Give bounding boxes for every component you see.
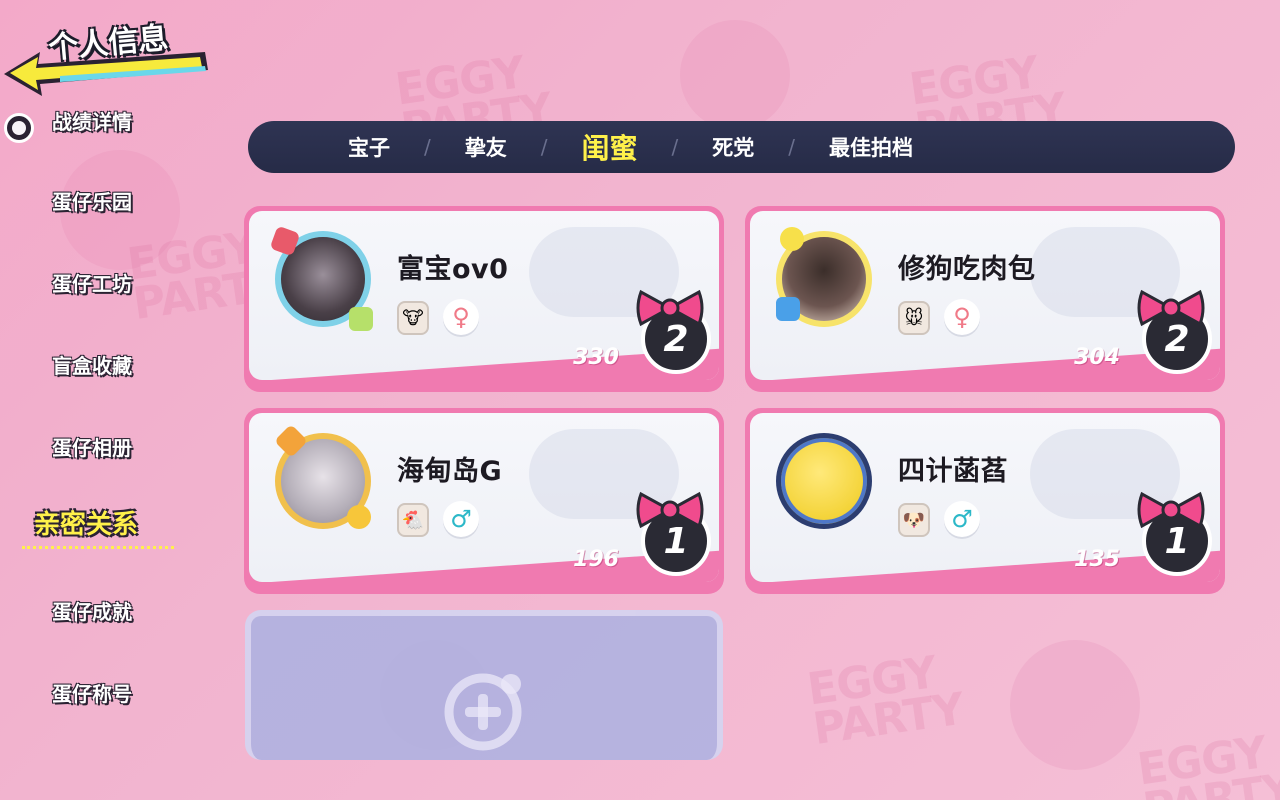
add-friend-slot[interactable] bbox=[245, 610, 723, 760]
avatar-frame-decor bbox=[776, 297, 800, 321]
friend-card[interactable]: 修狗吃肉包 🐭 ♀ 304 2 bbox=[745, 206, 1225, 392]
female-gender-icon: ♀ bbox=[443, 299, 479, 335]
tab-separator: / bbox=[671, 135, 679, 159]
friend-card[interactable]: 海甸岛G 🐔 ♂ 196 1 bbox=[244, 408, 724, 594]
pet-icon: 🐭 bbox=[898, 301, 930, 335]
sidebar-item-blind-box[interactable]: 盲盒收藏 bbox=[52, 350, 132, 379]
friend-card[interactable]: 富宝ov0 🐮 ♀ 330 2 bbox=[244, 206, 724, 392]
male-gender-icon: ♂ bbox=[944, 501, 980, 537]
friend-card[interactable]: 四计菡萏 🐶 ♂ 135 1 bbox=[745, 408, 1225, 594]
relationship-tab-bar: 宝子 / 挚友 / 闺蜜 / 死党 / 最佳拍档 bbox=[248, 121, 1235, 173]
avatar-frame-decor bbox=[780, 227, 804, 251]
friend-name: 四计菡萏 bbox=[898, 456, 1008, 487]
tab-separator: / bbox=[424, 135, 431, 159]
avatar-frame-decor bbox=[349, 307, 373, 331]
sidebar-item-eggy-workshop[interactable]: 蛋仔工坊 bbox=[52, 268, 132, 297]
friend-card-body: 富宝ov0 🐮 ♀ 330 2 bbox=[249, 211, 719, 380]
friend-card-body: 海甸岛G 🐔 ♂ 196 1 bbox=[249, 413, 719, 582]
avatar-frame-decor bbox=[347, 505, 371, 529]
sidebar-item-battle-record[interactable]: 战绩详情 bbox=[52, 106, 132, 135]
bow-icon bbox=[636, 491, 704, 529]
sidebar-item-album[interactable]: 蛋仔相册 bbox=[52, 432, 132, 461]
pet-icon: 🐔 bbox=[397, 503, 429, 537]
add-friend-icon[interactable] bbox=[441, 670, 525, 754]
sidebar-item-relationships[interactable]: 亲密关系 bbox=[34, 504, 138, 541]
friend-avatar[interactable] bbox=[776, 433, 872, 529]
bow-icon bbox=[1137, 491, 1205, 529]
bow-icon bbox=[636, 289, 704, 327]
friend-name: 海甸岛G bbox=[397, 456, 503, 487]
friend-card-body: 四计菡萏 🐶 ♂ 135 1 bbox=[750, 413, 1220, 582]
tab-baozi[interactable]: 宝子 bbox=[348, 132, 390, 162]
intimacy-score: 304 bbox=[1074, 345, 1120, 370]
tab-close-friend[interactable]: 挚友 bbox=[465, 132, 507, 162]
female-gender-icon: ♀ bbox=[944, 299, 980, 335]
tab-bestie[interactable]: 闺蜜 bbox=[582, 127, 638, 167]
sidebar-nav: 战绩详情 蛋仔乐园 蛋仔工坊 盲盒收藏 蛋仔相册 亲密关系 蛋仔成就 蛋仔称号 bbox=[0, 100, 220, 800]
tab-buddy[interactable]: 死党 bbox=[712, 132, 754, 162]
tab-best-partner[interactable]: 最佳拍档 bbox=[829, 132, 913, 162]
friend-card-body: 修狗吃肉包 🐭 ♀ 304 2 bbox=[750, 211, 1220, 380]
bg-watermark: EGGY PARTY bbox=[1134, 726, 1280, 800]
friend-name: 富宝ov0 bbox=[397, 254, 509, 285]
bow-icon bbox=[1137, 289, 1205, 327]
sidebar-item-eggy-park[interactable]: 蛋仔乐园 bbox=[52, 186, 132, 215]
tab-separator: / bbox=[788, 135, 796, 159]
bg-watermark: EGGY PARTY bbox=[804, 646, 967, 756]
friend-name: 修狗吃肉包 bbox=[898, 254, 1036, 285]
sidebar-item-achievements[interactable]: 蛋仔成就 bbox=[52, 596, 132, 625]
intimacy-score: 196 bbox=[573, 547, 619, 572]
pet-icon: 🐮 bbox=[397, 301, 429, 335]
intimacy-score: 330 bbox=[573, 345, 619, 370]
intimacy-score: 135 bbox=[1074, 547, 1120, 572]
active-item-underline bbox=[22, 546, 174, 549]
bg-eggy-shape bbox=[680, 20, 790, 130]
sidebar-item-titles[interactable]: 蛋仔称号 bbox=[52, 678, 132, 707]
male-gender-icon: ♂ bbox=[443, 501, 479, 537]
pet-icon: 🐶 bbox=[898, 503, 930, 537]
tab-separator: / bbox=[540, 135, 548, 159]
bg-eggy-shape bbox=[1010, 640, 1140, 770]
